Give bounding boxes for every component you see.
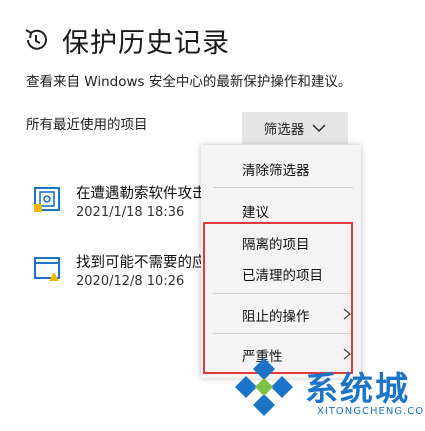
highlight-box xyxy=(203,222,353,374)
history-clock-icon xyxy=(25,29,47,50)
menu-item-clear-filter[interactable]: 清除筛选器 xyxy=(242,159,310,179)
filter-button-label: 筛选器 xyxy=(263,122,305,138)
page-subtitle: 查看来自 Windows 安全中心的最新保护操作和建议。 xyxy=(26,74,352,90)
history-item-title: 找到可能不需要的应 xyxy=(76,255,207,271)
section-label: 所有最近使用的项目 xyxy=(26,117,148,133)
watermark-logo-icon xyxy=(235,358,293,416)
menu-item-recommendations[interactable]: 建议 xyxy=(242,201,269,221)
chevron-down-icon xyxy=(312,124,326,132)
page-title: 保护历史记录 xyxy=(62,27,230,59)
filter-button[interactable]: 筛选器 xyxy=(242,112,348,144)
watermark-subtext: XITONGCHENG.COM xyxy=(317,406,425,417)
warning-window-icon xyxy=(34,257,60,281)
history-item-time: 2020/12/8 10:26 xyxy=(76,274,185,289)
ransomware-protection-icon xyxy=(34,187,60,212)
watermark-text: 系统城 xyxy=(305,369,410,408)
history-item-time: 2021/1/18 18:36 xyxy=(76,205,185,220)
history-item-title: 在遭遇勒索软件攻击 xyxy=(76,186,207,202)
menu-separator xyxy=(213,187,353,188)
page-header: 保护历史记录 xyxy=(22,20,230,60)
